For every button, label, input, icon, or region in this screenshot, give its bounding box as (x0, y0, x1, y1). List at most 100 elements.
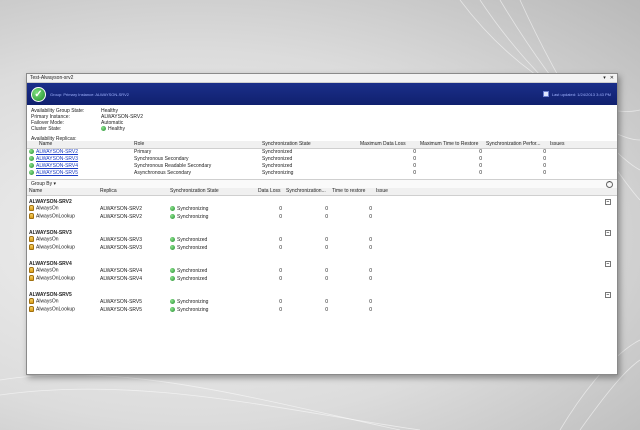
group-by-dropdown[interactable]: Group By ▾ (31, 181, 56, 187)
group-header-row[interactable]: ALWAYSON-SRV2 − (27, 195, 617, 205)
db-name: AlwaysOnLookup (36, 244, 75, 251)
check-circle-icon (170, 306, 175, 312)
replica-link[interactable]: ALWAYSON-SRV5 (36, 170, 78, 176)
table-row[interactable]: ALWAYSON-SRV4 Synchronous Readable Secon… (27, 162, 617, 169)
column-header[interactable]: Synchronization... (284, 188, 330, 196)
check-circle-icon (29, 155, 34, 161)
db-restore: 0 (369, 213, 372, 220)
max-data-loss: 0 (413, 148, 416, 155)
replica-link[interactable]: ALWAYSON-SRV4 (36, 163, 78, 169)
db-replica: ALWAYSON-SRV2 (100, 213, 143, 220)
check-circle-icon (29, 169, 34, 175)
column-header[interactable]: Synchronization State (260, 141, 358, 149)
title-bar: Test-Alwayson-srv2 ▾ ✕ (27, 74, 617, 83)
column-header[interactable]: Synchronization Perfor... (484, 141, 548, 149)
db-data-loss: 0 (279, 306, 282, 313)
column-header[interactable]: Name (27, 141, 132, 149)
check-circle-icon (170, 205, 175, 211)
issues (548, 162, 617, 169)
db-name: AlwaysOnLookup (36, 275, 75, 282)
db-sync: 0 (325, 275, 328, 282)
replica-link[interactable]: ALWAYSON-SRV2 (36, 149, 78, 155)
status-banner: ✓ Group: Primary Instance: ALWAYSON-SRV2… (27, 83, 617, 105)
last-updated: Last updated: 1/24/2013 3:43 PM (551, 91, 611, 97)
database-table: Name Replica Synchronization State Data … (27, 188, 617, 314)
db-name: AlwaysOn (36, 267, 59, 274)
group-header-row[interactable]: ALWAYSON-SRV4 − (27, 258, 617, 267)
check-badge-icon: ✓ (31, 86, 46, 102)
column-header[interactable]: Replica (98, 188, 168, 196)
table-row[interactable]: ALWAYSON-SRV3 Synchronous Secondary Sync… (27, 155, 617, 162)
check-circle-icon (29, 162, 34, 168)
db-data-loss: 0 (279, 244, 282, 251)
db-restore: 0 (369, 298, 372, 305)
db-data-loss: 0 (279, 213, 282, 220)
collapse-group-icon[interactable]: − (605, 291, 611, 298)
column-header[interactable]: Issues (548, 141, 617, 149)
database-icon (29, 306, 34, 313)
table-row[interactable]: AlwaysOn ALWAYSON-SRV4 Synchronized 0 0 … (27, 267, 617, 275)
db-sync: 0 (325, 306, 328, 313)
column-header[interactable]: Data Loss (256, 188, 284, 196)
db-restore: 0 (369, 205, 372, 212)
db-name: AlwaysOnLookup (36, 213, 75, 220)
close-icon[interactable]: ✕ (610, 75, 614, 81)
table-row[interactable]: AlwaysOn ALWAYSON-SRV2 Synchronizing 0 0… (27, 205, 617, 213)
db-sync: 0 (325, 267, 328, 274)
db-replica: ALWAYSON-SRV2 (100, 205, 143, 212)
column-header[interactable]: Issue (374, 188, 617, 196)
collapse-group-icon[interactable]: − (605, 198, 611, 205)
replica-link[interactable]: ALWAYSON-SRV3 (36, 156, 78, 162)
group-header-row[interactable]: ALWAYSON-SRV3 − (27, 227, 617, 236)
issues (548, 148, 617, 155)
db-restore: 0 (369, 275, 372, 282)
max-data-loss: 0 (413, 162, 416, 169)
sync-performance: 0 (543, 155, 546, 162)
check-circle-icon (29, 148, 34, 154)
group-title: ALWAYSON-SRV5 (29, 291, 72, 298)
db-replica: ALWAYSON-SRV3 (100, 236, 143, 243)
table-row[interactable]: AlwaysOnLookup ALWAYSON-SRV2 Synchronizi… (27, 213, 617, 221)
table-row[interactable]: ALWAYSON-SRV5 Asynchronous Secondary Syn… (27, 169, 617, 176)
collapse-group-icon[interactable]: − (605, 229, 611, 236)
column-header[interactable]: Synchronization State (168, 188, 256, 196)
issues (548, 155, 617, 162)
column-header[interactable]: Maximum Data Loss (358, 141, 418, 149)
table-row[interactable]: AlwaysOn ALWAYSON-SRV5 Synchronizing 0 0… (27, 298, 617, 306)
database-icon (29, 205, 34, 212)
collapse-group-icon[interactable]: − (605, 260, 611, 267)
collapse-icon[interactable]: ⌃ (606, 180, 613, 188)
db-sync: 0 (325, 244, 328, 251)
check-circle-icon (170, 298, 175, 304)
table-row[interactable]: AlwaysOnLookup ALWAYSON-SRV5 Synchronizi… (27, 306, 617, 314)
db-name: AlwaysOn (36, 298, 59, 305)
table-row[interactable]: AlwaysOn ALWAYSON-SRV3 Synchronized 0 0 … (27, 236, 617, 244)
db-data-loss: 0 (279, 267, 282, 274)
db-data-loss: 0 (279, 275, 282, 282)
db-replica: ALWAYSON-SRV4 (100, 275, 143, 282)
dropdown-icon[interactable]: ▾ (603, 75, 606, 81)
group-header-row[interactable]: ALWAYSON-SRV5 − (27, 289, 617, 298)
column-header[interactable]: Role (132, 141, 260, 149)
column-header[interactable]: Maximum Time to Restore (418, 141, 484, 149)
database-detail: Name Replica Synchronization State Data … (27, 188, 617, 348)
table-row[interactable]: AlwaysOnLookup ALWAYSON-SRV3 Synchronize… (27, 244, 617, 252)
check-circle-icon (170, 213, 175, 219)
table-row[interactable]: ALWAYSON-SRV2 Primary Synchronized 0 0 0 (27, 148, 617, 155)
db-state: Synchronizing (177, 205, 209, 212)
summary-value: Healthy (108, 126, 125, 132)
replicas-table: Name Role Synchronization State Maximum … (27, 141, 617, 176)
db-sync: 0 (325, 236, 328, 243)
column-header[interactable]: Name (27, 188, 98, 196)
column-header[interactable]: Time to restore (330, 188, 374, 196)
database-icon (29, 275, 34, 282)
db-restore: 0 (369, 236, 372, 243)
db-state: Synchronizing (177, 213, 209, 220)
refresh-icon[interactable] (542, 91, 549, 97)
table-row[interactable]: AlwaysOnLookup ALWAYSON-SRV4 Synchronize… (27, 275, 617, 283)
db-data-loss: 0 (279, 236, 282, 243)
summary-key: Cluster State: (31, 126, 62, 132)
db-restore: 0 (369, 267, 372, 274)
database-icon (29, 213, 34, 220)
max-time-restore: 0 (479, 162, 482, 169)
